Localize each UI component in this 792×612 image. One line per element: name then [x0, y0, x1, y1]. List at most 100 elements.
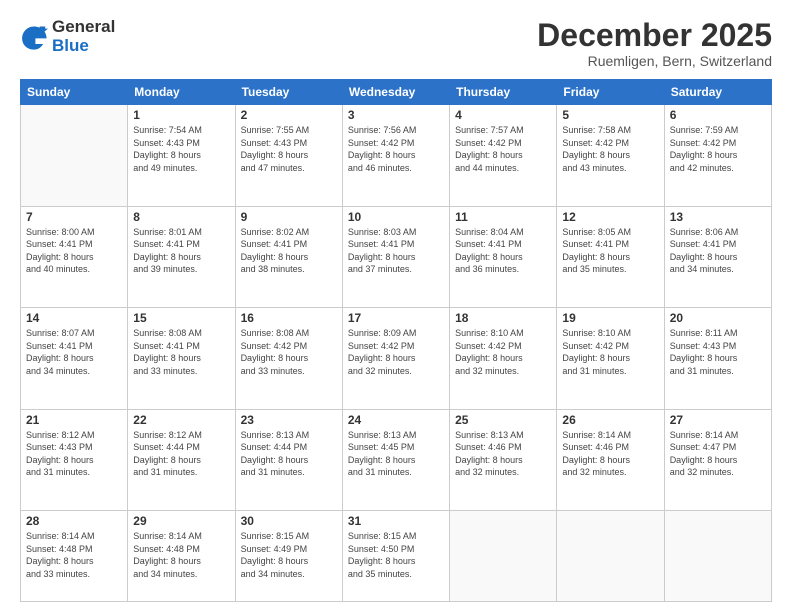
calendar-cell: 17Sunrise: 8:09 AM Sunset: 4:42 PM Dayli… [342, 308, 449, 409]
calendar-cell: 16 Sunrise: 8:08 AM Sunset: 4:42 PM Dayli… [235, 308, 342, 409]
calendar-cell: 20 Sunrise: 8:11 AM Sunset: 4:43 PM Dayli… [664, 308, 771, 409]
calendar-cell: 8Sunrise: 8:01 AM Sunset: 4:41 PM Daylig… [128, 206, 235, 307]
day-info: Sunrise: 8:15 AM Sunset: 4:49 PM Dayligh… [241, 530, 337, 580]
calendar-cell: 29Sunrise: 8:14 AM Sunset: 4:48 PM Dayli… [128, 511, 235, 602]
day-info: Sunrise: 8:14 AM Sunset: 4:48 PM Dayligh… [133, 530, 229, 580]
calendar-cell: 22 Sunrise: 8:12 AM Sunset: 4:44 PM Dayli… [128, 409, 235, 510]
day-info: Sunrise: 8:14 AM Sunset: 4:47 PM Dayligh… [670, 429, 766, 479]
logo-general: General [52, 18, 115, 37]
calendar-cell: 19 Sunrise: 8:10 AM Sunset: 4:42 PM Dayli… [557, 308, 664, 409]
calendar-cell: 12 Sunrise: 8:05 AM Sunset: 4:41 PM Dayli… [557, 206, 664, 307]
day-number: 20 [670, 311, 766, 325]
logo: General Blue [20, 18, 115, 55]
calendar-week-row: 14 Sunrise: 8:07 AM Sunset: 4:41 PM Dayli… [21, 308, 772, 409]
calendar-cell: 27 Sunrise: 8:14 AM Sunset: 4:47 PM Dayli… [664, 409, 771, 510]
weekday-header: Sunday [21, 80, 128, 105]
calendar-cell: 6 Sunrise: 7:59 AM Sunset: 4:42 PM Daylig… [664, 105, 771, 206]
calendar-cell: 5Sunrise: 7:58 AM Sunset: 4:42 PM Daylig… [557, 105, 664, 206]
day-number: 27 [670, 413, 766, 427]
calendar-cell: 4Sunrise: 7:57 AM Sunset: 4:42 PM Daylig… [450, 105, 557, 206]
calendar-cell: 28 Sunrise: 8:14 AM Sunset: 4:48 PM Dayli… [21, 511, 128, 602]
weekday-row: SundayMondayTuesdayWednesdayThursdayFrid… [21, 80, 772, 105]
day-number: 1 [133, 108, 229, 122]
day-number: 13 [670, 210, 766, 224]
calendar-cell: 18Sunrise: 8:10 AM Sunset: 4:42 PM Dayli… [450, 308, 557, 409]
day-info: Sunrise: 8:10 AM Sunset: 4:42 PM Dayligh… [562, 327, 658, 377]
day-info: Sunrise: 8:13 AM Sunset: 4:46 PM Dayligh… [455, 429, 551, 479]
calendar-cell: 10 Sunrise: 8:03 AM Sunset: 4:41 PM Dayli… [342, 206, 449, 307]
calendar-cell: 30Sunrise: 8:15 AM Sunset: 4:49 PM Dayli… [235, 511, 342, 602]
day-info: Sunrise: 7:55 AM Sunset: 4:43 PM Dayligh… [241, 124, 337, 174]
day-info: Sunrise: 8:15 AM Sunset: 4:50 PM Dayligh… [348, 530, 444, 580]
calendar-cell: 13 Sunrise: 8:06 AM Sunset: 4:41 PM Dayli… [664, 206, 771, 307]
weekday-header: Monday [128, 80, 235, 105]
page: General Blue December 2025 Ruemligen, Be… [0, 0, 792, 612]
day-number: 5 [562, 108, 658, 122]
day-number: 21 [26, 413, 122, 427]
day-number: 10 [348, 210, 444, 224]
day-info: Sunrise: 7:59 AM Sunset: 4:42 PM Dayligh… [670, 124, 766, 174]
day-number: 2 [241, 108, 337, 122]
calendar-cell: 14 Sunrise: 8:07 AM Sunset: 4:41 PM Dayli… [21, 308, 128, 409]
day-info: Sunrise: 8:10 AM Sunset: 4:42 PM Dayligh… [455, 327, 551, 377]
calendar-cell: 9Sunrise: 8:02 AM Sunset: 4:41 PM Daylig… [235, 206, 342, 307]
calendar-cell: 11 Sunrise: 8:04 AM Sunset: 4:41 PM Dayli… [450, 206, 557, 307]
calendar-cell: 7 Sunrise: 8:00 AM Sunset: 4:41 PM Daylig… [21, 206, 128, 307]
calendar-week-row: 1Sunrise: 7:54 AM Sunset: 4:43 PM Daylig… [21, 105, 772, 206]
weekday-header: Thursday [450, 80, 557, 105]
calendar-cell [557, 511, 664, 602]
day-info: Sunrise: 8:03 AM Sunset: 4:41 PM Dayligh… [348, 226, 444, 276]
calendar-cell: 2 Sunrise: 7:55 AM Sunset: 4:43 PM Daylig… [235, 105, 342, 206]
day-info: Sunrise: 8:12 AM Sunset: 4:44 PM Dayligh… [133, 429, 229, 479]
calendar-cell: 31 Sunrise: 8:15 AM Sunset: 4:50 PM Dayli… [342, 511, 449, 602]
calendar-cell: 25 Sunrise: 8:13 AM Sunset: 4:46 PM Dayli… [450, 409, 557, 510]
day-info: Sunrise: 8:13 AM Sunset: 4:45 PM Dayligh… [348, 429, 444, 479]
day-number: 16 [241, 311, 337, 325]
subtitle: Ruemligen, Bern, Switzerland [537, 53, 772, 69]
day-info: Sunrise: 8:13 AM Sunset: 4:44 PM Dayligh… [241, 429, 337, 479]
day-info: Sunrise: 8:06 AM Sunset: 4:41 PM Dayligh… [670, 226, 766, 276]
day-number: 26 [562, 413, 658, 427]
day-number: 23 [241, 413, 337, 427]
calendar-week-row: 7 Sunrise: 8:00 AM Sunset: 4:41 PM Daylig… [21, 206, 772, 307]
day-number: 14 [26, 311, 122, 325]
day-info: Sunrise: 8:07 AM Sunset: 4:41 PM Dayligh… [26, 327, 122, 377]
day-info: Sunrise: 8:04 AM Sunset: 4:41 PM Dayligh… [455, 226, 551, 276]
calendar-cell: 1Sunrise: 7:54 AM Sunset: 4:43 PM Daylig… [128, 105, 235, 206]
day-info: Sunrise: 8:08 AM Sunset: 4:42 PM Dayligh… [241, 327, 337, 377]
weekday-header: Friday [557, 80, 664, 105]
calendar-cell: 3 Sunrise: 7:56 AM Sunset: 4:42 PM Daylig… [342, 105, 449, 206]
day-number: 31 [348, 514, 444, 528]
logo-blue: Blue [52, 37, 115, 56]
day-number: 28 [26, 514, 122, 528]
day-number: 7 [26, 210, 122, 224]
day-number: 12 [562, 210, 658, 224]
title-block: December 2025 Ruemligen, Bern, Switzerla… [537, 18, 772, 69]
calendar-cell: 15 Sunrise: 8:08 AM Sunset: 4:41 PM Dayli… [128, 308, 235, 409]
day-number: 25 [455, 413, 551, 427]
day-number: 3 [348, 108, 444, 122]
day-info: Sunrise: 8:14 AM Sunset: 4:48 PM Dayligh… [26, 530, 122, 580]
day-number: 19 [562, 311, 658, 325]
day-number: 11 [455, 210, 551, 224]
day-info: Sunrise: 8:08 AM Sunset: 4:41 PM Dayligh… [133, 327, 229, 377]
day-info: Sunrise: 8:11 AM Sunset: 4:43 PM Dayligh… [670, 327, 766, 377]
day-number: 22 [133, 413, 229, 427]
logo-icon [20, 23, 48, 51]
day-info: Sunrise: 8:05 AM Sunset: 4:41 PM Dayligh… [562, 226, 658, 276]
day-info: Sunrise: 8:12 AM Sunset: 4:43 PM Dayligh… [26, 429, 122, 479]
day-info: Sunrise: 7:56 AM Sunset: 4:42 PM Dayligh… [348, 124, 444, 174]
weekday-header: Tuesday [235, 80, 342, 105]
calendar-cell [450, 511, 557, 602]
calendar-body: 1Sunrise: 7:54 AM Sunset: 4:43 PM Daylig… [21, 105, 772, 602]
day-info: Sunrise: 8:09 AM Sunset: 4:42 PM Dayligh… [348, 327, 444, 377]
day-number: 6 [670, 108, 766, 122]
day-number: 15 [133, 311, 229, 325]
calendar-cell: 26Sunrise: 8:14 AM Sunset: 4:46 PM Dayli… [557, 409, 664, 510]
month-title: December 2025 [537, 18, 772, 53]
calendar-cell: 23 Sunrise: 8:13 AM Sunset: 4:44 PM Dayli… [235, 409, 342, 510]
day-number: 24 [348, 413, 444, 427]
day-info: Sunrise: 8:00 AM Sunset: 4:41 PM Dayligh… [26, 226, 122, 276]
logo-text: General Blue [52, 18, 115, 55]
weekday-header: Wednesday [342, 80, 449, 105]
